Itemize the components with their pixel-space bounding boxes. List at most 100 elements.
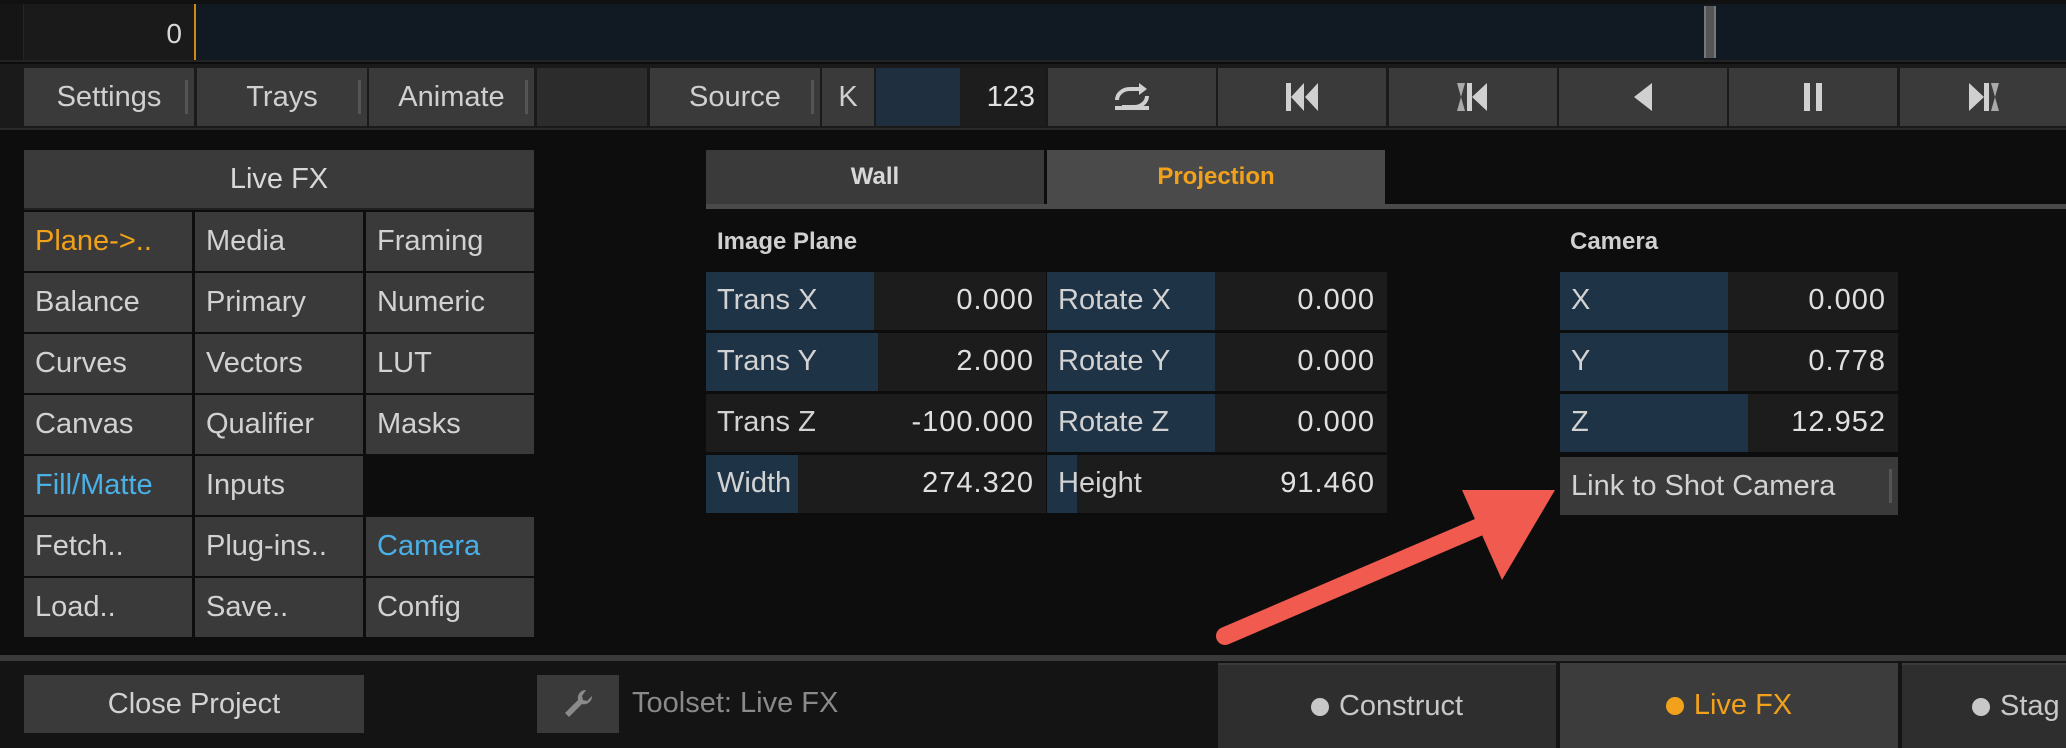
go-to-start-button[interactable] <box>1218 68 1386 126</box>
grip-handle <box>185 80 188 114</box>
camera-heading: Camera <box>1570 228 1659 255</box>
close-project-button[interactable]: Close Project <box>24 675 364 733</box>
source-button[interactable]: Source <box>650 68 820 126</box>
loop-button[interactable] <box>1048 68 1216 126</box>
numeric-field[interactable]: 123 <box>960 68 1045 126</box>
loop-icon <box>1115 83 1149 110</box>
rotate-y-label: Rotate Y <box>1058 345 1171 377</box>
tool-plug-ins[interactable]: Plug-ins.. <box>195 517 363 576</box>
mode-live-fx-label: Live FX <box>1693 689 1793 721</box>
status-dot-icon <box>1665 696 1684 715</box>
next-keyframe-button[interactable] <box>1900 68 2066 126</box>
image-plane-heading: Image Plane <box>717 228 858 255</box>
link-to-shot-camera-button[interactable]: Link to Shot Camera <box>1560 457 1898 515</box>
tool-qualifier[interactable]: Qualifier <box>195 395 363 454</box>
timeline-left-pad <box>0 4 24 60</box>
tool-framing[interactable]: Framing <box>366 212 534 271</box>
timeline-scrubber[interactable] <box>196 4 2066 60</box>
k-label: K <box>838 80 858 113</box>
tool-lut[interactable]: LUT <box>366 334 534 393</box>
height-label: Height <box>1058 467 1142 499</box>
tool-save[interactable]: Save.. <box>195 578 363 637</box>
width-field[interactable]: Width 274.320 <box>706 455 1046 513</box>
status-dot-icon <box>1310 697 1329 716</box>
grip-handle <box>525 80 528 114</box>
tab-projection[interactable]: Projection <box>1047 150 1385 204</box>
pause-icon <box>1804 83 1822 111</box>
rotate-y-value: 0.000 <box>1297 345 1375 377</box>
previous-keyframe-button[interactable] <box>1389 68 1557 126</box>
link-to-shot-camera-label: Link to Shot Camera <box>1571 469 1836 502</box>
tool-balance[interactable]: Balance <box>24 273 192 332</box>
mode-stage-label: Stag <box>2000 690 2060 722</box>
k-slider[interactable] <box>876 68 960 126</box>
rotate-x-field[interactable]: Rotate X 0.000 <box>1047 272 1387 330</box>
skip-to-start-icon <box>1286 83 1318 111</box>
mode-live-fx[interactable]: Live FX <box>1560 663 1898 748</box>
frame-counter[interactable]: 0 <box>24 4 196 60</box>
play-reverse-button[interactable] <box>1559 68 1727 126</box>
source-label: Source <box>689 80 781 113</box>
camera-y-field[interactable]: Y 0.778 <box>1560 333 1898 391</box>
trans-y-label: Trans Y <box>717 345 817 377</box>
tool-camera[interactable]: Camera <box>366 517 534 576</box>
tool-plane[interactable]: Plane->.. <box>24 212 192 271</box>
trans-x-field[interactable]: Trans X 0.000 <box>706 272 1046 330</box>
rotate-x-label: Rotate X <box>1058 284 1171 316</box>
rotate-z-label: Rotate Z <box>1058 406 1170 438</box>
trans-y-field[interactable]: Trans Y 2.000 <box>706 333 1046 391</box>
trans-y-value: 2.000 <box>956 345 1034 377</box>
animate-label: Animate <box>398 80 505 113</box>
trans-x-label: Trans X <box>717 284 818 316</box>
rotate-y-field[interactable]: Rotate Y 0.000 <box>1047 333 1387 391</box>
animate-button[interactable]: Animate <box>369 68 534 126</box>
width-label: Width <box>717 467 792 499</box>
settings-button[interactable]: Settings <box>24 68 194 126</box>
wrench-icon <box>565 689 593 717</box>
mode-construct[interactable]: Construct <box>1218 663 1556 748</box>
mode-stage[interactable]: Stag <box>1902 663 2066 748</box>
frame-value: 0 <box>166 18 182 49</box>
timeline-playhead[interactable] <box>1704 6 1716 58</box>
tool-load[interactable]: Load.. <box>24 578 192 637</box>
tool-media[interactable]: Media <box>195 212 363 271</box>
next-key-icon <box>1969 83 1999 111</box>
tool-fill-matte[interactable]: Fill/Matte <box>24 456 192 515</box>
grip-handle <box>811 80 814 114</box>
rotate-z-field[interactable]: Rotate Z 0.000 <box>1047 394 1387 452</box>
camera-z-label: Z <box>1571 406 1589 438</box>
camera-y-value: 0.778 <box>1808 345 1886 377</box>
play-reverse-icon <box>1634 83 1652 111</box>
width-value: 274.320 <box>922 467 1034 499</box>
k-button[interactable]: K <box>822 68 874 126</box>
trays-button[interactable]: Trays <box>197 68 367 126</box>
tool-inputs[interactable]: Inputs <box>195 456 363 515</box>
camera-x-field[interactable]: X 0.000 <box>1560 272 1898 330</box>
trans-z-field[interactable]: Trans Z -100.000 <box>706 394 1046 452</box>
tool-config[interactable]: Config <box>366 578 534 637</box>
tool-vectors[interactable]: Vectors <box>195 334 363 393</box>
trans-x-value: 0.000 <box>956 284 1034 316</box>
tab-underline <box>706 204 2066 209</box>
camera-z-field[interactable]: Z 12.952 <box>1560 394 1898 452</box>
camera-x-value: 0.000 <box>1808 284 1886 316</box>
toolset-settings-button[interactable] <box>537 675 619 733</box>
camera-z-value: 12.952 <box>1791 406 1886 438</box>
tool-primary[interactable]: Primary <box>195 273 363 332</box>
tool-masks[interactable]: Masks <box>366 395 534 454</box>
pause-button[interactable] <box>1729 68 1897 126</box>
grip-handle <box>358 80 361 114</box>
toolbar-blank <box>537 68 647 126</box>
tab-wall[interactable]: Wall <box>706 150 1044 204</box>
camera-x-label: X <box>1571 284 1591 316</box>
trans-z-value: -100.000 <box>911 406 1034 438</box>
tool-curves[interactable]: Curves <box>24 334 192 393</box>
tool-fetch[interactable]: Fetch.. <box>24 517 192 576</box>
toolset-label: Toolset: Live FX <box>632 687 839 719</box>
rotate-x-value: 0.000 <box>1297 284 1375 316</box>
tool-canvas[interactable]: Canvas <box>24 395 192 454</box>
tool-numeric[interactable]: Numeric <box>366 273 534 332</box>
settings-label: Settings <box>56 80 162 113</box>
previous-key-icon <box>1457 83 1487 111</box>
rotate-z-value: 0.000 <box>1297 406 1375 438</box>
